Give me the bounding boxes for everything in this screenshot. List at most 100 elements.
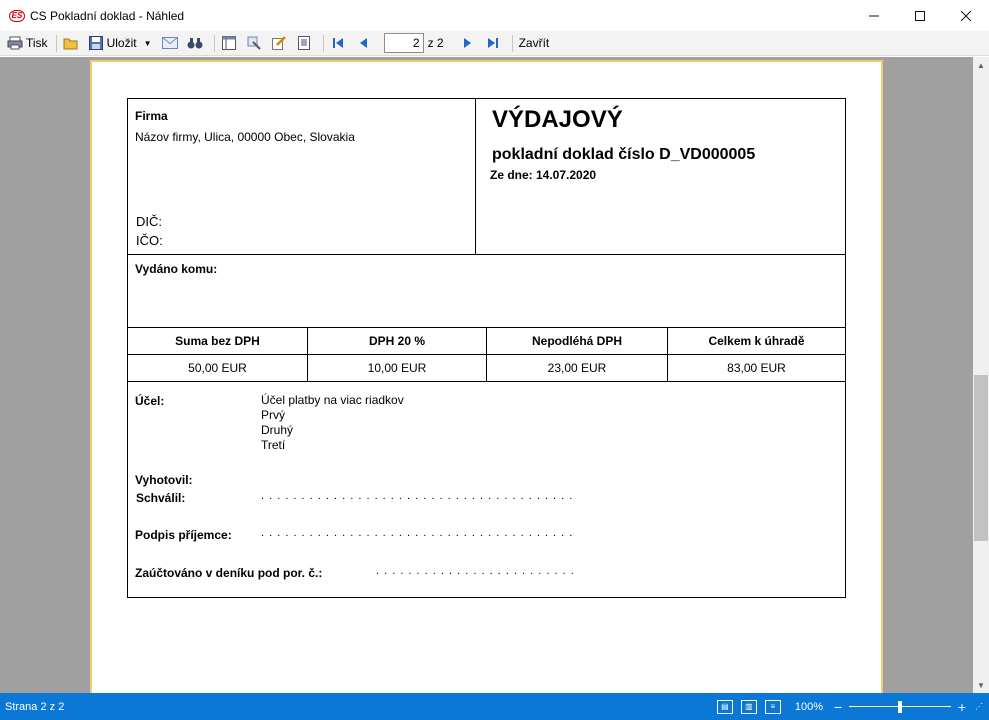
folder-open-icon (63, 35, 79, 51)
zoom-in-button[interactable]: + (955, 699, 969, 715)
close-preview-label: Zavřít (518, 36, 550, 50)
printer-icon (7, 35, 23, 51)
document-number: pokladní doklad číslo D_VD000005 (492, 146, 756, 163)
dic-label: DIČ: (136, 214, 162, 229)
zoom-controls: ▤ ▥ ≡ 100% − + ⋰ (716, 693, 989, 720)
scroll-up-button[interactable]: ▲ (973, 57, 989, 73)
page-view-button[interactable] (294, 33, 317, 54)
binoculars-icon (187, 35, 203, 51)
next-page-button[interactable] (458, 33, 481, 54)
previous-page-button[interactable] (353, 33, 376, 54)
resize-grip-icon[interactable]: ⋰ (975, 702, 989, 711)
envelope-icon (161, 35, 178, 51)
print-label: Tisk (26, 36, 48, 50)
single-page-view-button[interactable]: ▤ (716, 699, 733, 714)
document-type: VÝDAJOVÝ (492, 106, 623, 133)
sums-header-cell: Suma bez DPH (128, 328, 308, 354)
close-window-button[interactable] (943, 0, 989, 31)
made-by-label: Vyhotovil: (135, 473, 193, 487)
next-page-icon (460, 35, 476, 51)
booked-number-line: . . . . . . . . . . . . . . . . . . . . … (376, 565, 575, 577)
purpose-line: Účel platby na viac riadkov (261, 393, 404, 407)
pencil-icon (271, 35, 287, 51)
minimize-icon (869, 15, 879, 16)
app-logo-icon: ES (9, 9, 25, 22)
toolbar-separator (213, 34, 215, 52)
title-bar: ES CS Pokladní doklad - Náhled (0, 0, 989, 31)
toolbar-separator (322, 34, 324, 52)
zoom-slider[interactable] (849, 700, 951, 714)
arrow-down-icon: ▼ (977, 680, 985, 690)
sums-header-row: Suma bez DPH DPH 20 % Nepodléhá DPH Celk… (128, 328, 845, 355)
first-page-button[interactable] (328, 33, 351, 54)
print-button[interactable]: Tisk (5, 33, 50, 54)
ico-label: IČO: (136, 233, 163, 248)
purpose-line: Prvý (261, 408, 285, 422)
document-date: Ze dne: 14.07.2020 (490, 168, 597, 182)
sums-header-cell: DPH 20 % (308, 328, 487, 354)
page-number-input[interactable] (383, 33, 424, 53)
close-icon (961, 10, 971, 21)
last-page-icon (485, 35, 501, 51)
email-button[interactable] (160, 33, 183, 54)
page-status: Strana 2 z 2 (5, 700, 65, 713)
sums-header-cell: Nepodléhá DPH (487, 328, 668, 354)
settings-button[interactable] (244, 33, 267, 54)
scrollbar-thumb[interactable] (974, 375, 988, 541)
multi-page-view-button[interactable]: ▥ (740, 699, 757, 714)
firm-section: Firma Názov firmy, Ulica, 00000 Obec, Sl… (128, 99, 476, 254)
chevron-down-icon: ▼ (143, 38, 152, 48)
find-button[interactable] (185, 33, 208, 54)
preview-area[interactable]: Firma Názov firmy, Ulica, 00000 Obec, Sl… (0, 57, 973, 693)
arrow-up-icon: ▲ (977, 60, 985, 70)
zoom-out-button[interactable]: − (831, 699, 845, 715)
page-setup-icon (221, 35, 237, 51)
sums-header-cell: Celkem k úhradě (708, 334, 805, 348)
status-bar: Strana 2 z 2 ▤ ▥ ≡ 100% − + ⋰ (0, 693, 989, 720)
cash-voucher: Firma Názov firmy, Ulica, 00000 Obec, Sl… (127, 98, 846, 598)
sums-table: Suma bez DPH DPH 20 % Nepodléhá DPH Celk… (128, 327, 845, 382)
open-button[interactable] (61, 33, 84, 54)
voucher-header: Firma Názov firmy, Ulica, 00000 Obec, Sl… (128, 99, 845, 255)
scroll-down-button[interactable]: ▼ (973, 677, 989, 693)
approved-label: Schválil: (136, 491, 186, 505)
sums-value-cell: 83,00 EUR (727, 361, 786, 375)
issued-to-label: Vydáno komu: (135, 262, 218, 276)
save-button[interactable]: Uložit (86, 33, 139, 54)
zoom-level: 100% (794, 700, 823, 713)
receiver-signature-label: Podpis příjemce: (135, 528, 232, 542)
firm-address: Názov firmy, Ulica, 00000 Obec, Slovakia (135, 130, 355, 144)
last-page-button[interactable] (483, 33, 506, 54)
minimize-button[interactable] (851, 0, 897, 31)
save-dropdown-button[interactable]: ▼ (141, 33, 158, 54)
sums-value-cell: 50,00 EUR (128, 355, 308, 381)
vertical-scrollbar[interactable]: ▲ ▼ (973, 57, 989, 693)
close-preview-button[interactable]: Zavřít (517, 33, 552, 54)
window-controls (851, 0, 989, 31)
booked-label: Zaúčtováno v deníku pod por. č.: (135, 566, 323, 580)
page-icon (296, 35, 312, 51)
first-page-icon (330, 35, 346, 51)
purpose-line: Druhý (261, 423, 294, 437)
maximize-icon (915, 10, 925, 21)
page-width-view-button[interactable]: ≡ (764, 699, 781, 714)
sums-value-cell: 10,00 EUR (308, 355, 487, 381)
zoom-slider-handle[interactable] (898, 700, 902, 713)
edit-button[interactable] (269, 33, 292, 54)
receiver-signature-line: . . . . . . . . . . . . . . . . . . . . … (261, 527, 574, 539)
wrench-icon (246, 35, 262, 51)
document-page: Firma Názov firmy, Ulica, 00000 Obec, Sl… (90, 60, 883, 693)
toolbar: Tisk Uložit ▼ 2 z 2 Zavřít (0, 31, 989, 56)
sums-value-row: 50,00 EUR 10,00 EUR 23,00 EUR 83,00 EUR (128, 355, 845, 381)
maximize-button[interactable] (897, 0, 943, 31)
firm-label: Firma (135, 109, 168, 123)
page-setup-button[interactable] (219, 33, 242, 54)
purpose-text: Účel platby na viac riadkov Prvý Druhý T… (261, 393, 404, 453)
page-width-icon: ≡ (770, 702, 776, 711)
toolbar-separator (511, 34, 513, 52)
floppy-disk-icon (88, 35, 104, 51)
previous-page-icon (355, 35, 371, 51)
approved-signature-line: . . . . . . . . . . . . . . . . . . . . … (261, 490, 574, 502)
single-page-icon: ▤ (721, 702, 729, 711)
purpose-label: Účel: (135, 394, 165, 408)
